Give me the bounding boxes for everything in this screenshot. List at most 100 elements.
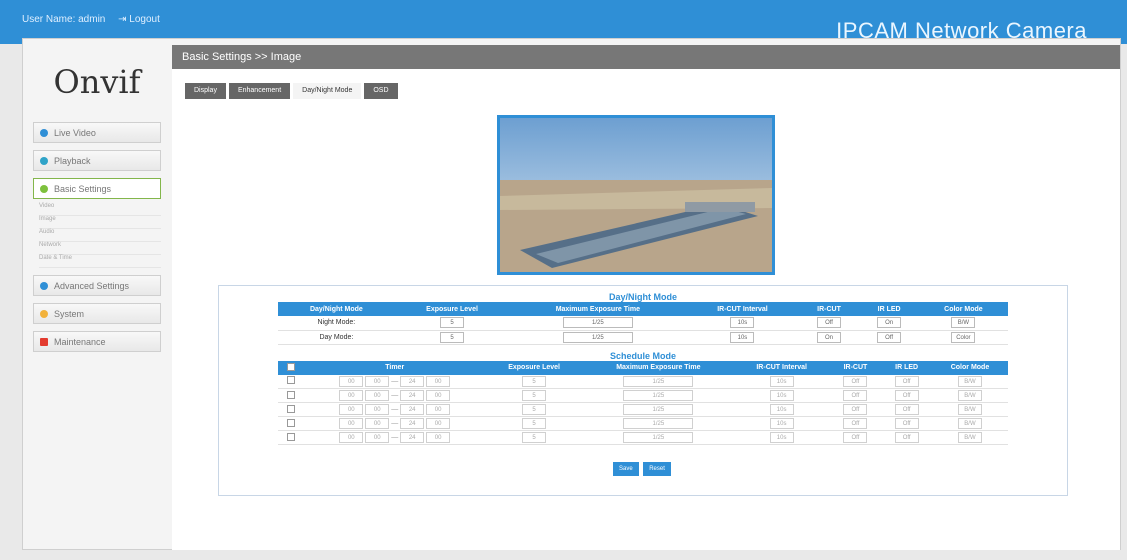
end-minute-select[interactable]: 00 (426, 404, 451, 415)
start-minute-select[interactable]: 00 (365, 432, 390, 443)
dn-header-ircut: IR-CUT (798, 302, 860, 316)
schedule-table: Timer Exposure Level Maximum Exposure Ti… (278, 360, 1008, 445)
sidebar-item-maintenance[interactable]: Maintenance (33, 331, 161, 352)
sched-max-exposure-select[interactable]: 1/25 (623, 418, 694, 429)
end-hour-select[interactable]: 24 (400, 404, 425, 415)
system-icon (40, 309, 48, 318)
start-hour-select[interactable]: 00 (339, 375, 364, 387)
start-hour-select[interactable]: 00 (339, 404, 364, 415)
sched-header-timer: Timer (304, 360, 486, 375)
schedule-row: 00 00 — 24 00 5 1/25 10s Off Off B/W (278, 402, 1008, 417)
sched-ircut-select[interactable]: Off (843, 404, 868, 415)
sched-max-exposure-select[interactable]: 1/25 (623, 390, 694, 401)
submenu-network[interactable]: Network (39, 242, 161, 255)
sidebar-item-playback[interactable]: Playback (33, 150, 161, 171)
start-minute-select[interactable]: 00 (365, 390, 390, 401)
day-color-select[interactable]: Color (951, 331, 976, 343)
sched-interval-select[interactable]: 10s (769, 418, 794, 429)
sidebar-item-basic-settings[interactable]: Basic Settings (33, 178, 161, 199)
submenu-audio[interactable]: Audio (39, 229, 161, 242)
submenu-video[interactable]: Video (39, 203, 161, 216)
sidebar: Onvif Live Video Playback Basic Settings… (33, 51, 161, 531)
sched-max-exposure-select[interactable]: 1/25 (623, 375, 694, 387)
sched-irled-select[interactable]: Off (894, 375, 919, 387)
sched-color-select[interactable]: B/W (957, 432, 982, 443)
night-max-exposure-select[interactable]: 1/25 (562, 317, 633, 329)
start-minute-select[interactable]: 00 (365, 404, 390, 415)
sched-color-select[interactable]: B/W (957, 404, 982, 415)
sched-interval-select[interactable]: 10s (769, 390, 794, 401)
row-checkbox[interactable] (287, 432, 296, 441)
end-hour-select[interactable]: 24 (400, 432, 425, 443)
tools-icon (40, 337, 48, 346)
logout-link[interactable]: ⇥ Logout (118, 14, 160, 25)
sched-header-irled: IR LED (881, 360, 932, 375)
sched-max-exposure-select[interactable]: 1/25 (623, 404, 694, 415)
sched-exposure-select[interactable]: 5 (522, 390, 547, 401)
night-mode-row: Night Mode: 5 1/25 10s Off On B/W (278, 316, 1008, 331)
sched-ircut-select[interactable]: Off (843, 432, 868, 443)
start-hour-select[interactable]: 00 (339, 390, 364, 401)
night-ircut-interval-select[interactable]: 10s (730, 317, 755, 329)
sched-color-select[interactable]: B/W (957, 390, 982, 401)
night-exposure-select[interactable]: 5 (440, 317, 465, 329)
row-checkbox[interactable] (287, 376, 296, 385)
sched-ircut-select[interactable]: Off (843, 375, 868, 387)
sched-exposure-select[interactable]: 5 (522, 418, 547, 429)
sched-exposure-select[interactable]: 5 (522, 404, 547, 415)
sched-interval-select[interactable]: 10s (769, 432, 794, 443)
video-icon (40, 128, 48, 137)
end-minute-select[interactable]: 00 (426, 375, 451, 387)
sidebar-item-advanced-settings[interactable]: Advanced Settings (33, 275, 161, 296)
sched-interval-select[interactable]: 10s (769, 375, 794, 387)
day-ircut-select[interactable]: On (817, 331, 842, 343)
night-ircut-select[interactable]: Off (817, 317, 842, 329)
sidebar-item-system[interactable]: System (33, 303, 161, 324)
sched-exposure-select[interactable]: 5 (522, 375, 547, 387)
end-hour-select[interactable]: 24 (400, 390, 425, 401)
settings-plus-icon (40, 281, 48, 290)
sched-irled-select[interactable]: Off (894, 404, 919, 415)
row-checkbox[interactable] (287, 418, 296, 427)
sidebar-item-live-video[interactable]: Live Video (33, 122, 161, 143)
sched-irled-select[interactable]: Off (894, 418, 919, 429)
tab-osd[interactable]: OSD (364, 83, 398, 99)
sched-irled-select[interactable]: Off (894, 432, 919, 443)
end-minute-select[interactable]: 00 (426, 418, 451, 429)
row-checkbox[interactable] (287, 390, 296, 399)
start-hour-select[interactable]: 00 (339, 418, 364, 429)
start-minute-select[interactable]: 00 (365, 375, 390, 387)
submenu-image[interactable]: Image (39, 216, 161, 229)
tab-enhancement[interactable]: Enhancement (228, 83, 291, 99)
end-minute-select[interactable]: 00 (426, 390, 451, 401)
sched-interval-select[interactable]: 10s (769, 404, 794, 415)
sched-exposure-select[interactable]: 5 (522, 432, 547, 443)
sched-color-select[interactable]: B/W (957, 375, 982, 387)
sched-ircut-select[interactable]: Off (843, 418, 868, 429)
end-hour-select[interactable]: 24 (400, 375, 425, 387)
sched-color-select[interactable]: B/W (957, 418, 982, 429)
night-color-select[interactable]: B/W (951, 317, 976, 329)
sched-ircut-select[interactable]: Off (843, 390, 868, 401)
day-ircut-interval-select[interactable]: 10s (730, 331, 755, 343)
save-button[interactable]: Save (613, 462, 639, 476)
end-minute-select[interactable]: 00 (426, 432, 451, 443)
submenu-date-time[interactable]: Date & Time (39, 255, 161, 268)
sched-irled-select[interactable]: Off (894, 390, 919, 401)
day-irled-select[interactable]: Off (877, 331, 902, 343)
end-hour-select[interactable]: 24 (400, 418, 425, 429)
start-hour-select[interactable]: 00 (339, 432, 364, 443)
day-max-exposure-select[interactable]: 1/25 (562, 331, 633, 343)
tab-day-night-mode[interactable]: Day/Night Mode (293, 83, 362, 99)
dn-header-irled: IR LED (859, 302, 919, 316)
sched-max-exposure-select[interactable]: 1/25 (623, 432, 694, 443)
row-checkbox[interactable] (287, 404, 296, 413)
tab-display[interactable]: Display (185, 83, 226, 99)
sidebar-item-label: System (54, 308, 85, 319)
night-irled-select[interactable]: On (877, 317, 902, 329)
select-all-checkbox[interactable] (287, 362, 296, 371)
reset-button[interactable]: Reset (643, 462, 671, 476)
day-night-table: Day/Night Mode Exposure Level Maximum Ex… (278, 302, 1008, 345)
day-exposure-select[interactable]: 5 (440, 331, 465, 343)
start-minute-select[interactable]: 00 (365, 418, 390, 429)
